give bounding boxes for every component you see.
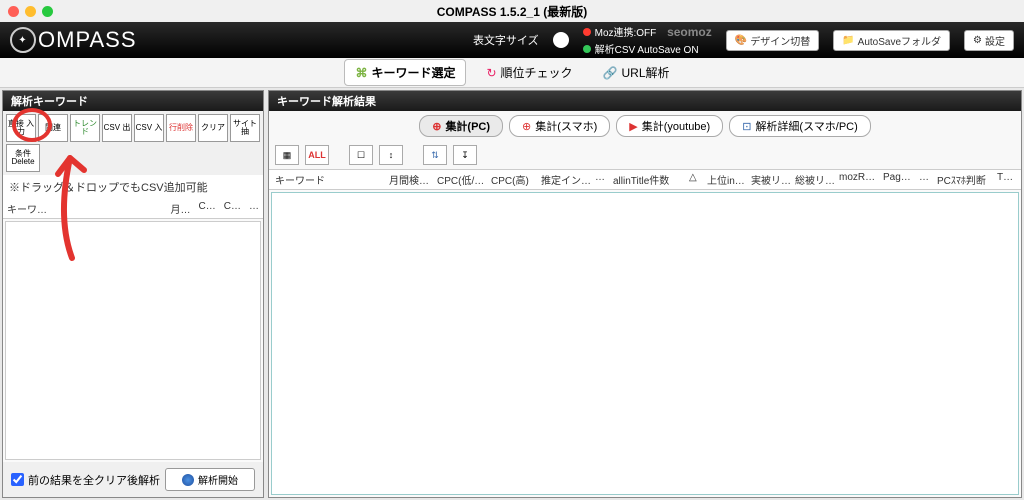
youtube-icon: ▶ xyxy=(629,120,637,133)
clear-button[interactable]: クリア xyxy=(198,114,228,142)
rcol-cpclow[interactable]: CPC(低/… xyxy=(437,172,487,187)
folder-icon: 📁 xyxy=(842,35,854,46)
export-button[interactable]: ↧ xyxy=(453,145,477,165)
rcol-mozr[interactable]: mozR… xyxy=(839,172,879,187)
related-button[interactable]: 関連 xyxy=(38,114,68,142)
status-dot-red xyxy=(583,28,591,36)
rcol-t[interactable]: T… xyxy=(997,172,1015,187)
keyword-list[interactable] xyxy=(5,221,261,460)
delete-row-button[interactable]: 行削除 xyxy=(166,114,196,142)
col-c1[interactable]: C… xyxy=(199,201,216,216)
tab-url[interactable]: 🔗URL解析 xyxy=(593,60,680,85)
titlebar: COMPASS 1.5.2_1 (最新版) xyxy=(0,0,1024,22)
clear-before-input[interactable] xyxy=(11,473,24,486)
main-tabs: ⌘キーワード選定 ↻順位チェック 🔗URL解析 xyxy=(0,58,1024,88)
left-panel: 解析キーワード 直接 入力 関連 トレンド CSV 出 CSV 入 行削除 クリ… xyxy=(2,90,264,498)
key-icon: ⌘ xyxy=(355,66,367,80)
rcol-monthly[interactable]: 月間検… xyxy=(389,172,433,187)
condition-delete-button[interactable]: 条件 Delete xyxy=(6,144,40,172)
moz-status: Moz連携:OFF xyxy=(595,24,657,39)
detail-icon: ⊡ xyxy=(742,120,751,133)
rcol-pcsp[interactable]: PCｽﾏﾎ判断 xyxy=(937,172,993,187)
subtab-detail[interactable]: ⊡解析詳細(スマホ/PC) xyxy=(729,115,871,137)
csv-import-button[interactable]: CSV 入 xyxy=(134,114,164,142)
subtab-youtube[interactable]: ▶集計(youtube) xyxy=(616,115,723,137)
font-size-slider[interactable] xyxy=(553,32,569,48)
font-size-label: 表文字サイズ xyxy=(473,32,539,48)
logo-text: OMPASS xyxy=(38,27,137,53)
rcol-topin[interactable]: 上位in… xyxy=(707,172,747,187)
col-keyword[interactable]: キーワ… xyxy=(7,201,47,216)
seomoz-logo: seomoz xyxy=(667,25,712,39)
site-extract-button[interactable]: サイト抽 xyxy=(230,114,260,142)
analyze-start-button[interactable]: 解析開始 xyxy=(165,468,255,491)
left-footer: 前の結果を全クリア後解析 解析開始 xyxy=(3,462,263,497)
window-title: COMPASS 1.5.2_1 (最新版) xyxy=(0,3,1024,20)
rcol-allintitle[interactable]: allinTitle件数 xyxy=(613,172,685,187)
right-panel: キーワード解析結果 ⊕集計(PC) ⊕集計(スマホ) ▶集計(youtube) … xyxy=(268,90,1022,498)
sort-button[interactable]: ⇅ xyxy=(423,145,447,165)
tool-button-2[interactable]: ↕ xyxy=(379,145,403,165)
col-c2[interactable]: C… xyxy=(224,201,241,216)
status-block: Moz連携:OFF seomoz 解析CSV AutoSave ON xyxy=(583,24,712,56)
gear-icon: ⚙ xyxy=(973,35,982,46)
rcol-totalback[interactable]: 総被リ… xyxy=(795,172,835,187)
rcol-realback[interactable]: 実被リ… xyxy=(751,172,791,187)
globe-icon xyxy=(182,474,194,486)
rcol-cpchigh[interactable]: CPC(高) xyxy=(491,172,537,187)
rcol-page[interactable]: Pag… xyxy=(883,172,915,187)
rcol-impression[interactable]: 推定イン… xyxy=(541,172,591,187)
csv-status: 解析CSV AutoSave ON xyxy=(595,41,699,56)
refresh-icon: ↻ xyxy=(486,66,496,80)
compass-icon: ✦ xyxy=(10,27,36,53)
header: ✦ OMPASS 表文字サイズ Moz連携:OFF seomoz 解析CSV A… xyxy=(0,22,1024,58)
rcol-dot1[interactable]: … xyxy=(595,172,609,187)
tab-rank[interactable]: ↻順位チェック xyxy=(476,60,582,85)
app-logo: ✦ OMPASS xyxy=(10,27,137,53)
left-column-headers: キーワ… 月… C… C… … xyxy=(3,199,263,219)
rcol-keyword[interactable]: キーワード xyxy=(275,172,385,187)
drag-drop-hint: ※ドラッグ＆ドロップでもCSV追加可能 xyxy=(3,175,263,199)
palette-icon: 🎨 xyxy=(735,35,747,46)
col-more[interactable]: … xyxy=(249,201,259,216)
result-column-headers: キーワード 月間検… CPC(低/… CPC(高) 推定イン… … allinT… xyxy=(269,169,1021,190)
settings-button[interactable]: ⚙設定 xyxy=(964,30,1014,51)
sum-icon: ⊕ xyxy=(522,120,531,133)
csv-export-button[interactable]: CSV 出 xyxy=(102,114,132,142)
design-toggle-button[interactable]: 🎨デザイン切替 xyxy=(726,30,819,51)
result-subtabs: ⊕集計(PC) ⊕集計(スマホ) ▶集計(youtube) ⊡解析詳細(スマホ/… xyxy=(269,111,1021,141)
left-toolbar: 直接 入力 関連 トレンド CSV 出 CSV 入 行削除 クリア サイト抽 条… xyxy=(3,111,263,175)
tab-keyword[interactable]: ⌘キーワード選定 xyxy=(344,59,466,86)
main-area: 解析キーワード 直接 入力 関連 トレンド CSV 出 CSV 入 行削除 クリ… xyxy=(0,88,1024,500)
select-all-button[interactable]: ALL xyxy=(305,145,329,165)
left-panel-title: 解析キーワード xyxy=(3,91,263,111)
link-icon: 🔗 xyxy=(603,66,618,80)
autosave-folder-button[interactable]: 📁AutoSaveフォルダ xyxy=(833,30,950,51)
status-dot-green xyxy=(583,45,591,53)
rcol-sort[interactable]: △ xyxy=(689,172,703,187)
result-toolbar: ▦ ALL ☐ ↕ ⇅ ↧ xyxy=(269,141,1021,169)
trend-button[interactable]: トレンド xyxy=(70,114,100,142)
rcol-dot2[interactable]: … xyxy=(919,172,933,187)
grid-button[interactable]: ▦ xyxy=(275,145,299,165)
clear-before-checkbox[interactable]: 前の結果を全クリア後解析 xyxy=(11,472,160,488)
right-panel-title: キーワード解析結果 xyxy=(269,91,1021,111)
subtab-sp[interactable]: ⊕集計(スマホ) xyxy=(509,115,610,137)
sum-icon: ⊕ xyxy=(432,120,441,133)
result-list[interactable] xyxy=(271,192,1019,495)
direct-input-button[interactable]: 直接 入力 xyxy=(6,114,36,142)
subtab-pc[interactable]: ⊕集計(PC) xyxy=(419,115,503,137)
col-month[interactable]: 月… xyxy=(171,201,191,216)
tool-button-1[interactable]: ☐ xyxy=(349,145,373,165)
